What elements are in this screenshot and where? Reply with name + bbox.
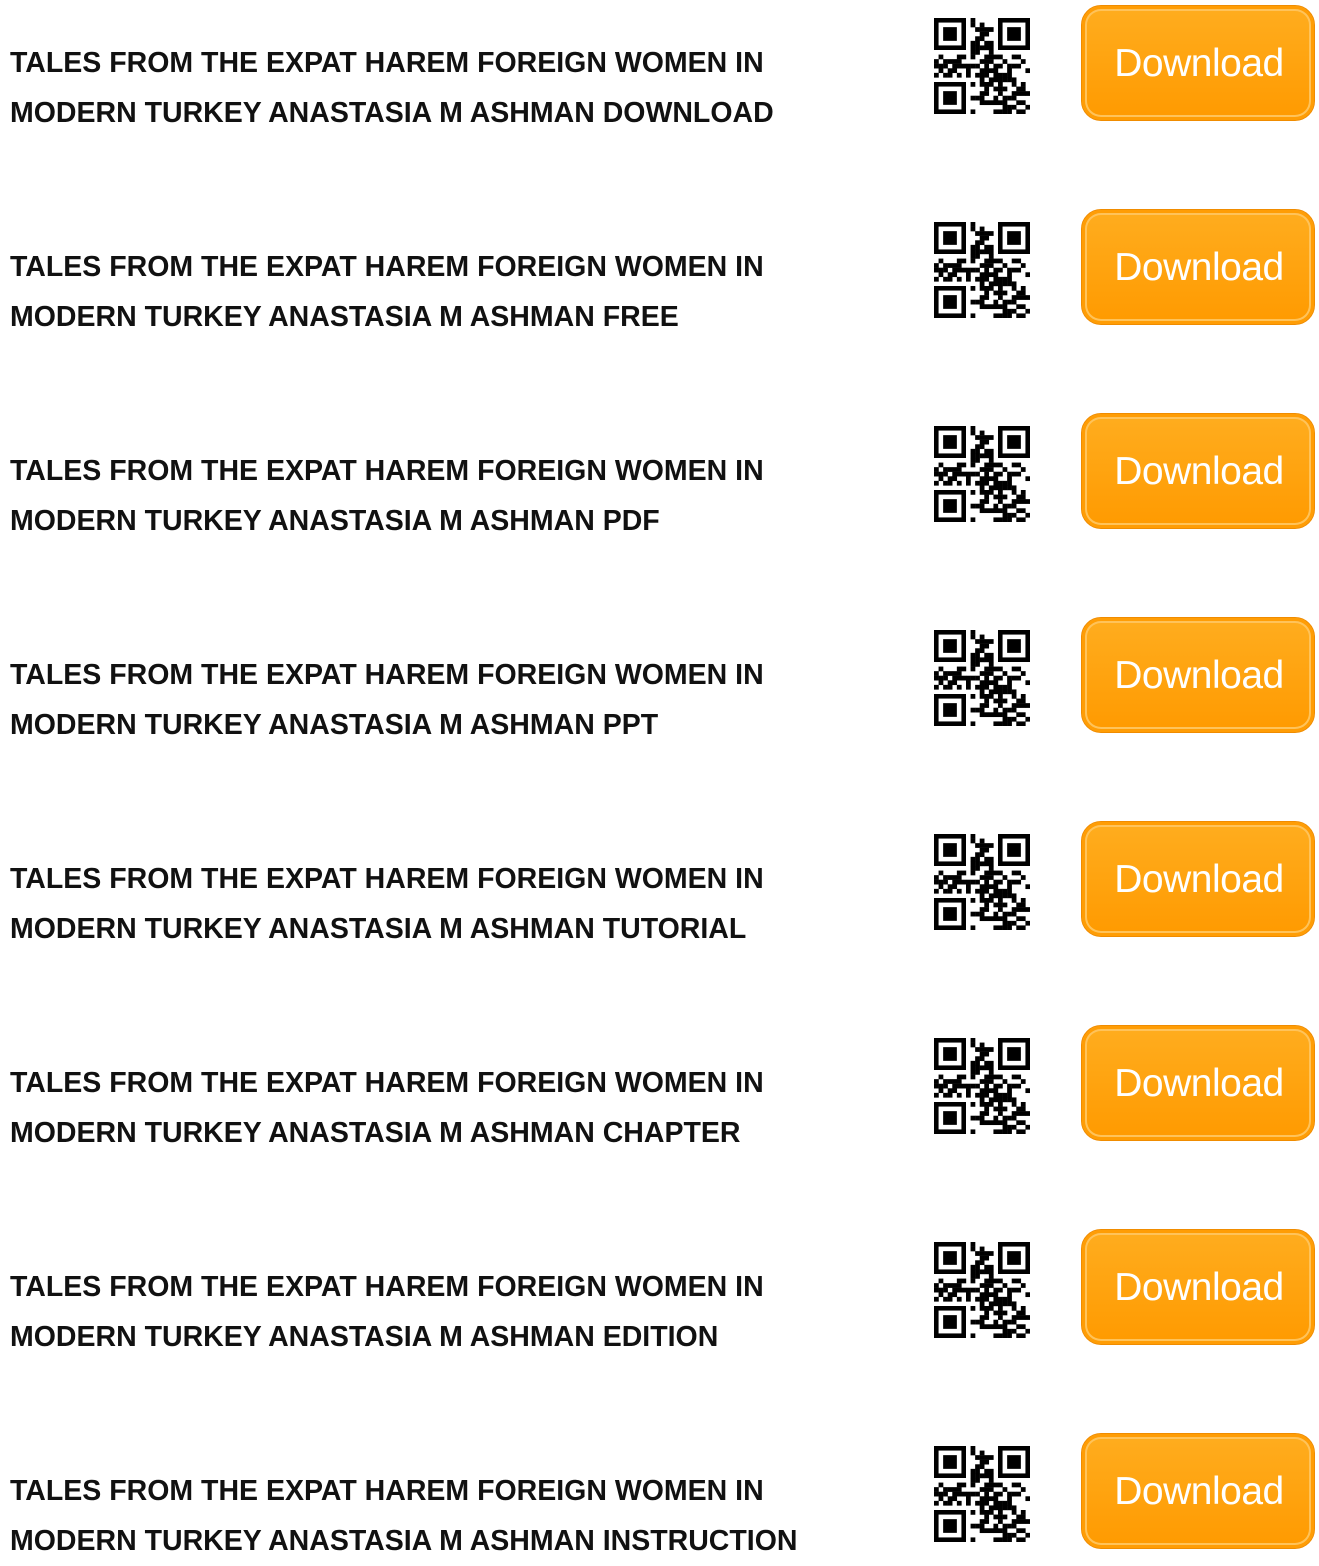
qr-code-icon bbox=[934, 1446, 1030, 1542]
entry-title-line-2: MODERN TURKEY ANASTASIA M ASHMAN PDF bbox=[10, 505, 660, 537]
download-button[interactable]: Download bbox=[1081, 1229, 1315, 1345]
list-item: TALES FROM THE EXPAT HAREM FOREIGN WOMEN… bbox=[0, 408, 1319, 537]
download-button-label: Download bbox=[1114, 1266, 1284, 1309]
entry-title-line-1: TALES FROM THE EXPAT HAREM FOREIGN WOMEN… bbox=[10, 659, 764, 691]
download-button[interactable]: Download bbox=[1081, 413, 1315, 529]
qr-code-icon bbox=[934, 1242, 1030, 1338]
entry-title-line-1: TALES FROM THE EXPAT HAREM FOREIGN WOMEN… bbox=[10, 455, 764, 487]
entry-title-line-1: TALES FROM THE EXPAT HAREM FOREIGN WOMEN… bbox=[10, 1475, 764, 1507]
list-item: TALES FROM THE EXPAT HAREM FOREIGN WOMEN… bbox=[0, 612, 1319, 741]
list-item: TALES FROM THE EXPAT HAREM FOREIGN WOMEN… bbox=[0, 204, 1319, 333]
entry-title: TALES FROM THE EXPAT HAREM FOREIGN WOMEN… bbox=[10, 1262, 910, 1362]
entry-title: TALES FROM THE EXPAT HAREM FOREIGN WOMEN… bbox=[10, 446, 910, 546]
entry-title-line-2: MODERN TURKEY ANASTASIA M ASHMAN DOWNLOA… bbox=[10, 97, 774, 129]
entry-title: TALES FROM THE EXPAT HAREM FOREIGN WOMEN… bbox=[10, 1466, 910, 1566]
entry-title-line-2: MODERN TURKEY ANASTASIA M ASHMAN TUTORIA… bbox=[10, 913, 747, 945]
download-button[interactable]: Download bbox=[1081, 1025, 1315, 1141]
list-item: TALES FROM THE EXPAT HAREM FOREIGN WOMEN… bbox=[0, 1428, 1319, 1557]
entry-title-line-1: TALES FROM THE EXPAT HAREM FOREIGN WOMEN… bbox=[10, 863, 764, 895]
download-button-label: Download bbox=[1114, 246, 1284, 289]
entry-title: TALES FROM THE EXPAT HAREM FOREIGN WOMEN… bbox=[10, 242, 910, 342]
qr-code-icon bbox=[934, 1038, 1030, 1134]
entry-title: TALES FROM THE EXPAT HAREM FOREIGN WOMEN… bbox=[10, 650, 910, 750]
list-item: TALES FROM THE EXPAT HAREM FOREIGN WOMEN… bbox=[0, 816, 1319, 945]
qr-code-icon bbox=[934, 426, 1030, 522]
download-button[interactable]: Download bbox=[1081, 821, 1315, 937]
list-item: TALES FROM THE EXPAT HAREM FOREIGN WOMEN… bbox=[0, 0, 1319, 129]
qr-code-icon bbox=[934, 630, 1030, 726]
entry-title-line-1: TALES FROM THE EXPAT HAREM FOREIGN WOMEN… bbox=[10, 251, 764, 283]
qr-code-icon bbox=[934, 222, 1030, 318]
download-button[interactable]: Download bbox=[1081, 617, 1315, 733]
entry-title-line-2: MODERN TURKEY ANASTASIA M ASHMAN FREE bbox=[10, 301, 679, 333]
download-button[interactable]: Download bbox=[1081, 5, 1315, 121]
entry-title-line-1: TALES FROM THE EXPAT HAREM FOREIGN WOMEN… bbox=[10, 47, 764, 79]
entry-title-line-1: TALES FROM THE EXPAT HAREM FOREIGN WOMEN… bbox=[10, 1271, 764, 1303]
download-button-label: Download bbox=[1114, 450, 1284, 493]
download-button-label: Download bbox=[1114, 1062, 1284, 1105]
download-button-label: Download bbox=[1114, 654, 1284, 697]
list-item: TALES FROM THE EXPAT HAREM FOREIGN WOMEN… bbox=[0, 1224, 1319, 1353]
download-button[interactable]: Download bbox=[1081, 209, 1315, 325]
download-list: TALES FROM THE EXPAT HAREM FOREIGN WOMEN… bbox=[0, 0, 1319, 1557]
list-item: TALES FROM THE EXPAT HAREM FOREIGN WOMEN… bbox=[0, 1020, 1319, 1149]
entry-title: TALES FROM THE EXPAT HAREM FOREIGN WOMEN… bbox=[10, 1058, 910, 1158]
entry-title-line-2: MODERN TURKEY ANASTASIA M ASHMAN EDITION bbox=[10, 1321, 719, 1353]
download-button-label: Download bbox=[1114, 858, 1284, 901]
entry-title-line-2: MODERN TURKEY ANASTASIA M ASHMAN PPT bbox=[10, 709, 659, 741]
entry-title: TALES FROM THE EXPAT HAREM FOREIGN WOMEN… bbox=[10, 38, 910, 138]
qr-code-icon bbox=[934, 18, 1030, 114]
entry-title-line-1: TALES FROM THE EXPAT HAREM FOREIGN WOMEN… bbox=[10, 1067, 764, 1099]
download-button-label: Download bbox=[1114, 42, 1284, 85]
entry-title-line-2: MODERN TURKEY ANASTASIA M ASHMAN INSTRUC… bbox=[10, 1525, 798, 1557]
download-button[interactable]: Download bbox=[1081, 1433, 1315, 1549]
qr-code-icon bbox=[934, 834, 1030, 930]
download-button-label: Download bbox=[1114, 1470, 1284, 1513]
entry-title-line-2: MODERN TURKEY ANASTASIA M ASHMAN CHAPTER bbox=[10, 1117, 741, 1149]
entry-title: TALES FROM THE EXPAT HAREM FOREIGN WOMEN… bbox=[10, 854, 910, 954]
